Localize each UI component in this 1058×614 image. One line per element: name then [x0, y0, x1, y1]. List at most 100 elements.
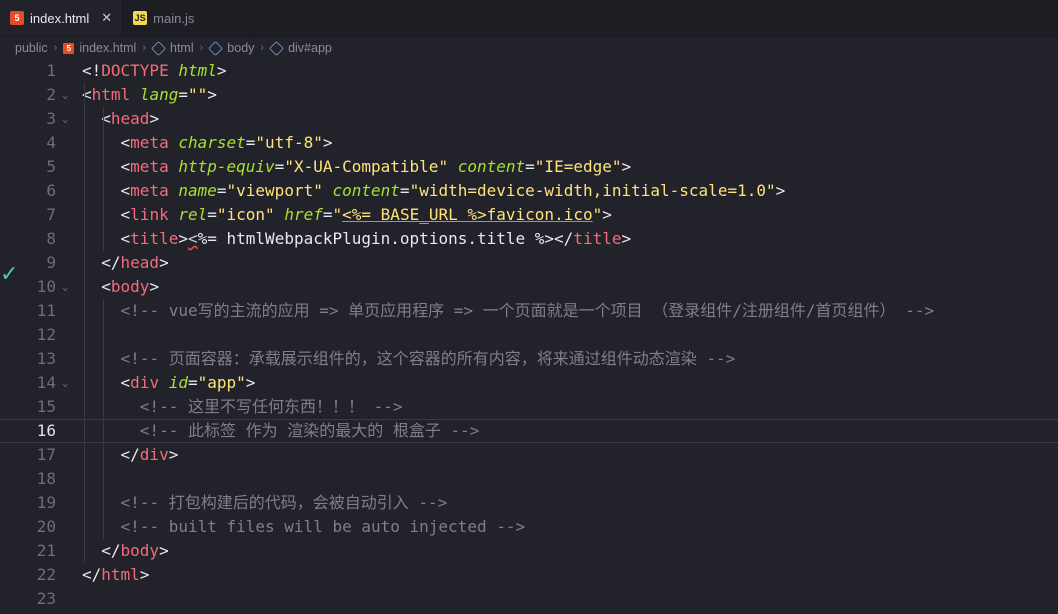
code-editor[interactable]: ✓ 1 <!DOCTYPE html> 2 ⌄ <html lang=""> 3 ⌄ <he…	[0, 59, 1058, 614]
chevron-down-icon[interactable]: ⌄	[62, 83, 69, 107]
tab-index-html[interactable]: 5 index.html ✕	[0, 0, 124, 36]
line-number: 14	[36, 373, 56, 392]
breadcrumb-item[interactable]: html	[151, 40, 194, 56]
code-text: <!-- 页面容器：承载展示组件的，这个容器的所有内容，将来通过组件动态渲染 -…	[82, 347, 736, 371]
code-token: ""	[187, 85, 208, 104]
code-token: meta	[130, 133, 169, 152]
tab-label: index.html	[30, 10, 90, 26]
line-number: 9	[46, 253, 56, 272]
code-token: <	[120, 373, 131, 392]
code-line[interactable]: 9 </head>	[0, 251, 1058, 275]
code-line[interactable]: 21 </body>	[0, 539, 1058, 563]
code-line[interactable]: 3 ⌄ <head>	[0, 107, 1058, 131]
code-token: >	[159, 541, 169, 560]
code-line[interactable]: 12	[0, 323, 1058, 347]
code-token: >	[602, 205, 612, 224]
code-token: >	[207, 85, 217, 104]
line-number: 7	[46, 205, 56, 224]
code-line[interactable]: 18	[0, 467, 1058, 491]
code-line[interactable]: 4 <meta charset="utf-8">	[0, 131, 1058, 155]
close-icon[interactable]: ✕	[101, 10, 112, 26]
code-line[interactable]: 16 <!-- 此标签 作为 渲染的最大的 根盒子 -->	[0, 419, 1058, 443]
code-text: <body>	[82, 275, 159, 299]
chevron-right-icon: ›	[260, 42, 265, 54]
code-text: <!-- 此标签 作为 渲染的最大的 根盒子 -->	[82, 420, 480, 442]
line-number: 6	[46, 181, 56, 200]
code-token: content	[332, 181, 400, 200]
code-line[interactable]: 22 </html>	[0, 563, 1058, 587]
code-token: >	[149, 277, 160, 296]
code-line[interactable]: 13 <!-- 页面容器：承载展示组件的，这个容器的所有内容，将来通过组件动态渲…	[0, 347, 1058, 371]
line-number: 1	[46, 61, 56, 80]
code-line[interactable]: 17 </div>	[0, 443, 1058, 467]
code-token: <!-- 此标签 作为 渲染的最大的 根盒子 -->	[139, 421, 480, 440]
indent-guide	[103, 107, 105, 251]
indent-guide	[84, 83, 85, 563]
code-line[interactable]: 19 <!-- 打包构建后的代码，会被自动引入 -->	[0, 491, 1058, 515]
breadcrumb-item[interactable]: body	[208, 40, 254, 56]
code-token: <	[120, 157, 131, 176]
code-line[interactable]: 8 <title><%= htmlWebpackPlugin.options.t…	[0, 227, 1058, 251]
code-token: >	[168, 445, 179, 464]
code-line[interactable]: 1 <!DOCTYPE html>	[0, 59, 1058, 83]
code-token: "X-UA-Compatible"	[284, 157, 449, 176]
breadcrumb-item[interactable]: 5 index.html	[63, 41, 136, 55]
line-number: 5	[46, 157, 56, 176]
code-token: DOCTYPE	[101, 61, 169, 80]
code-line[interactable]: 20 <!-- built files will be auto injecte…	[0, 515, 1058, 539]
code-token: =	[178, 85, 188, 104]
code-token: content	[457, 157, 526, 176]
code-text: <!-- 这里不写任何东西！！！ -->	[82, 395, 403, 419]
code-token: >	[245, 373, 256, 392]
code-line[interactable]: 11 <!-- vue写的主流的应用 => 单页应用程序 => 一个页面就是一个…	[0, 299, 1058, 323]
code-token: <	[120, 181, 131, 200]
code-line[interactable]: 23	[0, 587, 1058, 611]
line-number: 23	[36, 589, 56, 608]
code-text: <meta name="viewport" content="width=dev…	[82, 179, 786, 203]
line-number: 15	[36, 397, 56, 416]
code-token: "icon"	[216, 205, 275, 224]
line-number: 13	[36, 349, 56, 368]
breadcrumb-label: public	[15, 41, 48, 55]
code-token: </	[82, 565, 102, 584]
chevron-right-icon: ›	[199, 42, 204, 54]
line-number: 4	[46, 133, 56, 152]
code-token: >	[149, 109, 160, 128]
tab-main-js[interactable]: JS main.js	[123, 0, 255, 36]
code-token: <	[101, 277, 111, 296]
code-token: <	[120, 229, 131, 248]
code-line[interactable]: 5 <meta http-equiv="X-UA-Compatible" con…	[0, 155, 1058, 179]
breadcrumb-item[interactable]: public	[15, 41, 48, 55]
code-token: >	[322, 133, 333, 152]
tab-label: main.js	[153, 10, 195, 26]
breadcrumb-item[interactable]: div#app	[269, 40, 332, 56]
code-line[interactable]: 10 ⌄ <body>	[0, 275, 1058, 299]
code-token: lang	[139, 85, 179, 104]
html5-icon: 5	[63, 42, 75, 54]
code-line[interactable]: 14 ⌄ <div id="app">	[0, 371, 1058, 395]
code-line[interactable]: 7 <link rel="icon" href="<%= BASE_URL %>…	[0, 203, 1058, 227]
code-token: <%= BASE_URL %>favicon.ico	[342, 205, 593, 224]
code-token: id	[168, 373, 188, 392]
code-token: "	[592, 205, 603, 224]
code-token: meta	[130, 181, 169, 200]
line-number: 8	[46, 229, 56, 248]
code-token: </	[120, 445, 140, 464]
line-number: 17	[36, 445, 56, 464]
code-line[interactable]: 6 <meta name="viewport" content="width=d…	[0, 179, 1058, 203]
chevron-down-icon[interactable]: ⌄	[62, 107, 69, 131]
code-token: <!-- vue写的主流的应用 => 单页应用程序 => 一个页面就是一个项目 …	[120, 301, 935, 320]
code-token: =	[322, 205, 333, 224]
code-token: http-equiv	[178, 157, 275, 176]
code-token: "app"	[197, 373, 246, 392]
code-text: </html>	[82, 563, 149, 587]
code-line[interactable]: 2 ⌄ <html lang="">	[0, 83, 1058, 107]
chevron-down-icon[interactable]: ⌄	[62, 275, 69, 299]
chevron-down-icon[interactable]: ⌄	[62, 371, 69, 395]
code-line[interactable]: 15 <!-- 这里不写任何东西！！！ -->	[0, 395, 1058, 419]
